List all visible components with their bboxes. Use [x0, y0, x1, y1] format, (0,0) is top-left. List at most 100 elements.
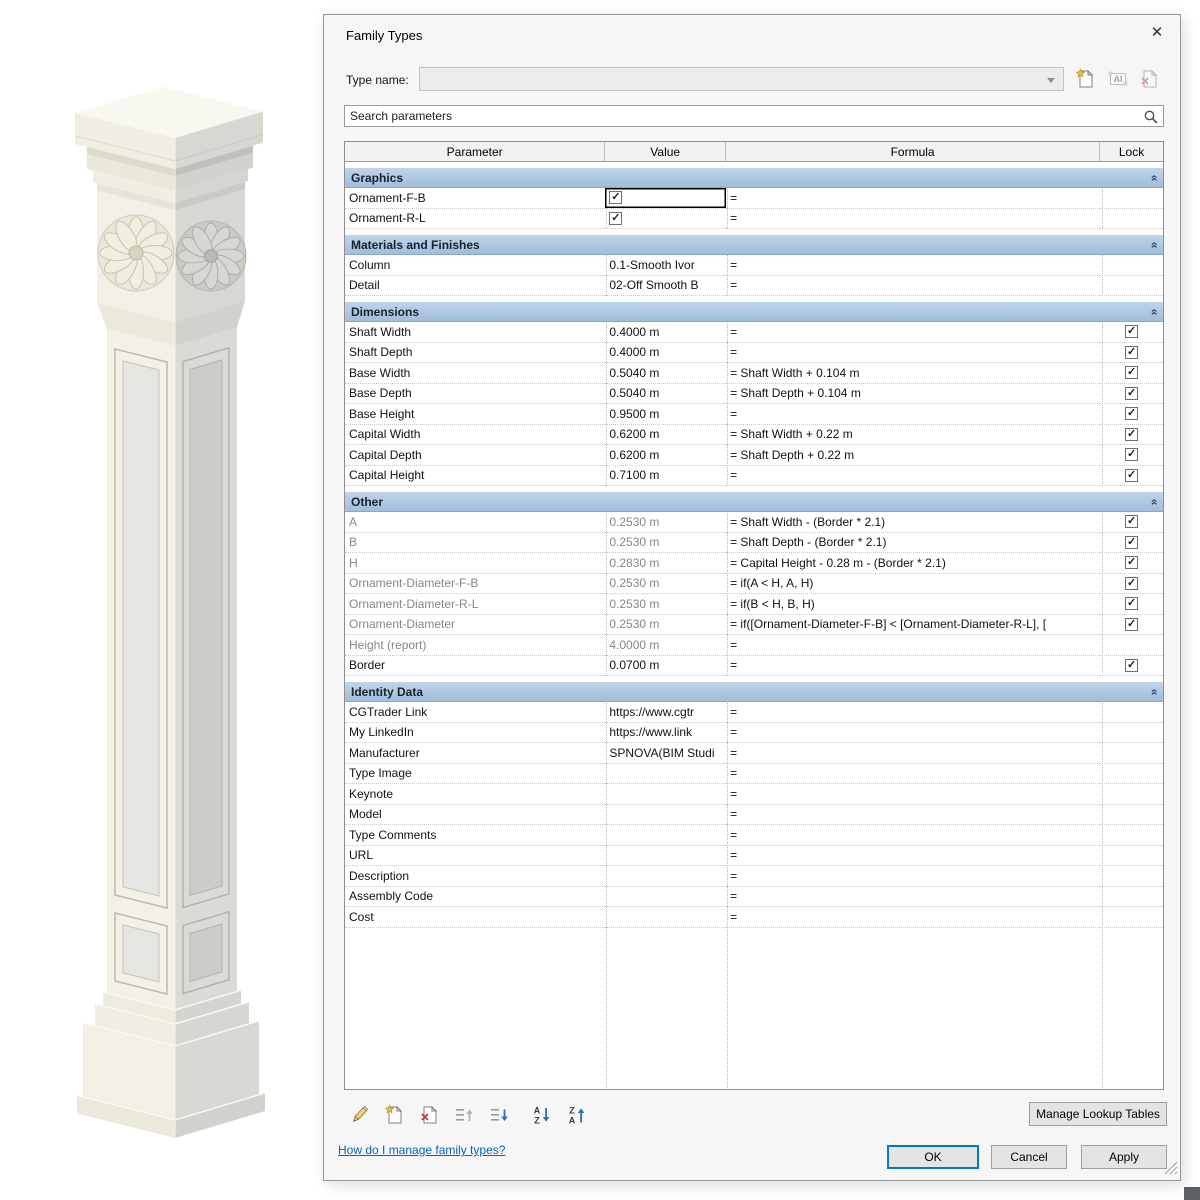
formula-cell[interactable]: = Shaft Width + 0.104 m	[726, 363, 1101, 384]
value-cell[interactable]: 0.2530 m	[605, 594, 727, 615]
formula-cell[interactable]: =	[726, 764, 1101, 784]
lock-cell[interactable]	[1100, 907, 1163, 928]
lock-cell[interactable]: ✓	[1100, 322, 1163, 343]
checkbox[interactable]: ✓	[1125, 658, 1139, 672]
formula-cell[interactable]: = if([Ornament-Diameter-F-B] < [Ornament…	[726, 615, 1101, 635]
parameter-cell[interactable]: Height (report)	[345, 635, 606, 656]
value-cell[interactable]: 0.2530 m	[605, 615, 727, 635]
parameter-cell[interactable]: Capital Width	[345, 425, 606, 445]
section-header[interactable]: Graphics »	[345, 168, 1163, 188]
parameter-cell[interactable]: Type Image	[345, 764, 606, 784]
parameter-cell[interactable]: Manufacturer	[345, 743, 606, 764]
formula-cell[interactable]: =	[726, 846, 1101, 866]
formula-cell[interactable]: =	[726, 188, 1101, 209]
lock-cell[interactable]: ✓	[1100, 425, 1163, 445]
value-cell[interactable]: ✓	[605, 188, 727, 209]
value-cell[interactable]: 0.9500 m	[605, 404, 727, 425]
lock-cell[interactable]	[1100, 764, 1163, 784]
lock-cell[interactable]	[1100, 743, 1163, 764]
formula-cell[interactable]: =	[726, 322, 1101, 343]
new-parameter-icon[interactable]	[381, 1102, 407, 1128]
formula-cell[interactable]: = if(B < H, B, H)	[726, 594, 1101, 615]
value-cell[interactable]	[605, 784, 727, 805]
formula-cell[interactable]: =	[726, 825, 1101, 846]
checkbox[interactable]: ✓	[1125, 345, 1139, 359]
section-header[interactable]: Other »	[345, 492, 1163, 512]
value-cell[interactable]: 0.6200 m	[605, 425, 727, 445]
parameter-cell[interactable]: Base Width	[345, 363, 606, 384]
value-cell[interactable]	[605, 846, 727, 866]
parameter-cell[interactable]: Ornament-F-B	[345, 188, 606, 209]
parameter-cell[interactable]: My LinkedIn	[345, 723, 606, 743]
value-cell[interactable]: 0.6200 m	[605, 445, 727, 466]
parameter-cell[interactable]: Ornament-Diameter	[345, 615, 606, 635]
parameter-cell[interactable]: Description	[345, 866, 606, 887]
lock-cell[interactable]	[1100, 702, 1163, 723]
formula-cell[interactable]: =	[726, 723, 1101, 743]
section-header[interactable]: Dimensions »	[345, 302, 1163, 322]
lock-cell[interactable]	[1100, 255, 1163, 276]
ok-button[interactable]: OK	[887, 1145, 979, 1169]
parameter-cell[interactable]: Capital Height	[345, 466, 606, 486]
lock-cell[interactable]: ✓	[1100, 533, 1163, 553]
parameter-cell[interactable]: Base Depth	[345, 384, 606, 404]
value-cell[interactable]: 0.1-Smooth Ivor	[605, 255, 727, 276]
parameter-cell[interactable]: Base Height	[345, 404, 606, 425]
checkbox[interactable]: ✓	[1125, 617, 1139, 631]
checkbox[interactable]: ✓	[1125, 468, 1139, 482]
parameter-cell[interactable]: Detail	[345, 276, 606, 296]
new-type-icon[interactable]	[1072, 66, 1098, 92]
formula-cell[interactable]: = Shaft Width + 0.22 m	[726, 425, 1101, 445]
formula-cell[interactable]: = if(A < H, A, H)	[726, 574, 1101, 594]
lock-cell[interactable]: ✓	[1100, 594, 1163, 615]
value-cell[interactable]	[605, 805, 727, 825]
value-cell[interactable]: 0.2530 m	[605, 512, 727, 533]
type-name-combobox[interactable]	[419, 67, 1064, 91]
lock-cell[interactable]: ✓	[1100, 384, 1163, 404]
collapse-chevron-icon[interactable]: »	[1147, 308, 1161, 315]
formula-cell[interactable]: = Shaft Depth + 0.22 m	[726, 445, 1101, 466]
parameter-cell[interactable]: Keynote	[345, 784, 606, 805]
formula-cell[interactable]: =	[726, 466, 1101, 486]
parameter-cell[interactable]: Ornament-Diameter-F-B	[345, 574, 606, 594]
parameter-cell[interactable]: Cost	[345, 907, 606, 928]
collapse-chevron-icon[interactable]: »	[1147, 498, 1161, 505]
parameter-cell[interactable]: Border	[345, 656, 606, 676]
cancel-button[interactable]: Cancel	[991, 1145, 1067, 1169]
lock-cell[interactable]: ✓	[1100, 445, 1163, 466]
parameter-cell[interactable]: A	[345, 512, 606, 533]
lock-cell[interactable]: ✓	[1100, 363, 1163, 384]
section-header[interactable]: Identity Data »	[345, 682, 1163, 702]
lock-cell[interactable]: ✓	[1100, 404, 1163, 425]
help-link[interactable]: How do I manage family types?	[338, 1143, 505, 1157]
lock-cell[interactable]	[1100, 784, 1163, 805]
checkbox[interactable]: ✓	[609, 211, 623, 225]
formula-cell[interactable]: =	[726, 887, 1101, 907]
edit-parameter-icon[interactable]	[346, 1102, 372, 1128]
title-bar[interactable]: Family Types ✕	[324, 15, 1180, 55]
lock-cell[interactable]	[1100, 887, 1163, 907]
checkbox[interactable]: ✓	[1125, 448, 1139, 462]
parameter-cell[interactable]: Model	[345, 805, 606, 825]
formula-cell[interactable]: = Shaft Depth + 0.104 m	[726, 384, 1101, 404]
checkbox[interactable]: ✓	[1125, 427, 1139, 441]
value-cell[interactable]: 0.7100 m	[605, 466, 727, 486]
value-cell[interactable]: 0.4000 m	[605, 322, 727, 343]
checkbox[interactable]: ✓	[1125, 366, 1139, 380]
lock-cell[interactable]	[1100, 825, 1163, 846]
formula-cell[interactable]: =	[726, 907, 1101, 928]
formula-cell[interactable]: =	[726, 255, 1101, 276]
search-icon[interactable]	[1143, 109, 1159, 128]
value-cell[interactable]: 0.2530 m	[605, 574, 727, 594]
search-input[interactable]: Search parameters	[344, 105, 1164, 127]
checkbox[interactable]: ✓	[1125, 556, 1139, 570]
parameter-cell[interactable]: H	[345, 553, 606, 574]
value-cell[interactable]	[605, 907, 727, 928]
formula-cell[interactable]: =	[726, 702, 1101, 723]
formula-cell[interactable]: =	[726, 784, 1101, 805]
parameter-cell[interactable]: Shaft Depth	[345, 343, 606, 363]
checkbox[interactable]: ✓	[1125, 407, 1139, 421]
lock-cell[interactable]	[1100, 188, 1163, 209]
value-cell[interactable]: 0.5040 m	[605, 384, 727, 404]
checkbox[interactable]: ✓	[1125, 515, 1139, 529]
